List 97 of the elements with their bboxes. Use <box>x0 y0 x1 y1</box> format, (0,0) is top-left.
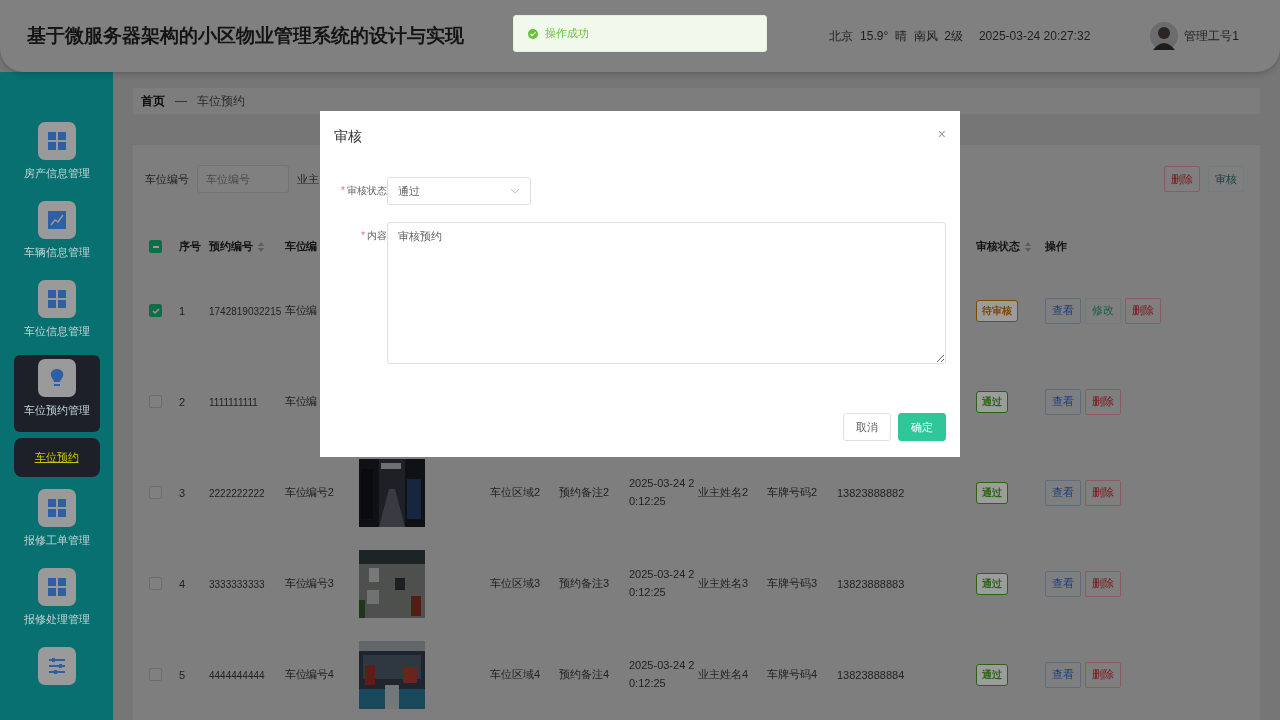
close-button[interactable]: × <box>937 127 946 141</box>
column-header: 审核状态 <box>976 239 1020 254</box>
status-tag: 通过 <box>976 663 1008 686</box>
column-header: 序号 <box>179 239 201 254</box>
datetime-text: 2025-03-24 20:27:32 <box>978 29 1091 43</box>
plate-number: 车牌号码2 <box>767 486 818 498</box>
sidebar-item[interactable]: 车辆信息管理 <box>13 197 100 275</box>
space-area: 车位区域3 <box>490 577 541 589</box>
space-number: 车位编 <box>285 304 318 316</box>
phone-number: 13823888882 <box>837 486 905 499</box>
row-number: 4 <box>179 577 186 590</box>
field-label: 内容 <box>366 229 387 243</box>
delete-button[interactable]: 删除 <box>1085 388 1121 415</box>
filter-label: 车位编号 <box>145 171 189 187</box>
booking-remark: 预约备注4 <box>559 668 610 680</box>
confirm-button[interactable]: 确定 <box>898 413 946 441</box>
space-number: 车位编号4 <box>285 668 334 680</box>
plate-number: 车牌号码3 <box>767 577 818 589</box>
row-number: 1 <box>179 304 186 317</box>
plate-number: 车牌号码4 <box>767 668 818 680</box>
status-tag: 通过 <box>976 572 1008 595</box>
column-header: 预约编号 <box>209 239 253 254</box>
cancel-button[interactable]: 取消 <box>843 413 891 441</box>
status-select[interactable]: 通过 <box>387 177 531 205</box>
row-checkbox[interactable] <box>149 304 162 318</box>
booking-number: 4444444444 <box>209 669 265 681</box>
status-tag: 通过 <box>976 390 1008 413</box>
delete-button[interactable]: 删除 <box>1085 661 1121 688</box>
owner-name: 业主姓名3 <box>698 577 749 589</box>
sidebar-item[interactable]: 车位预约管理 <box>13 355 100 433</box>
view-button[interactable]: 查看 <box>1045 570 1081 597</box>
sliders-icon <box>46 655 67 676</box>
booking-number: 1111111111 <box>209 396 258 408</box>
sidebar-item[interactable]: 房产信息管理 <box>13 118 100 196</box>
grid-icon <box>46 497 67 518</box>
toast-message: 操作成功 <box>545 26 589 41</box>
column-header: 车位编 <box>285 239 318 254</box>
breadcrumb-separator: — <box>175 94 187 108</box>
space-area: 车位区域2 <box>490 486 541 498</box>
avatar-icon[interactable] <box>1150 22 1179 50</box>
status-tag: 通过 <box>976 481 1008 504</box>
grid-icon <box>46 289 67 310</box>
sort-icon[interactable] <box>1025 241 1031 252</box>
booking-time: 2025-03-24 20:12:25 <box>629 566 695 600</box>
sidebar-item[interactable]: 报修工单管理 <box>13 484 100 562</box>
space-area: 车位区域4 <box>490 668 541 680</box>
booking-remark: 预约备注3 <box>559 577 610 589</box>
row-number: 3 <box>179 486 186 499</box>
required-mark: * <box>341 184 345 198</box>
filter-label: 业主 <box>297 171 319 187</box>
breadcrumb-home[interactable]: 首页 <box>141 92 165 110</box>
grid-icon <box>46 131 67 151</box>
owner-name: 业主姓名4 <box>698 668 749 680</box>
select-all-checkbox[interactable] <box>149 240 162 254</box>
sidebar-item[interactable]: 车位信息管理 <box>13 276 100 354</box>
view-button[interactable]: 查看 <box>1045 479 1081 506</box>
app-title: 基于微服务器架构的小区物业管理系统的设计与实现 <box>27 24 464 48</box>
view-button[interactable]: 查看 <box>1045 388 1081 415</box>
owner-name: 业主姓名2 <box>698 486 749 498</box>
delete-button[interactable]: 删除 <box>1125 297 1161 324</box>
grid-icon <box>46 576 67 597</box>
view-button[interactable]: 查看 <box>1045 661 1081 688</box>
user-name[interactable]: 管理工号1 <box>1184 27 1239 45</box>
row-number: 2 <box>179 395 186 408</box>
phone-number: 13823888883 <box>837 577 905 590</box>
booking-number: 2222222222 <box>209 487 265 499</box>
required-mark: * <box>361 229 365 243</box>
delete-button[interactable]: 删除 <box>1085 479 1121 506</box>
delete-button[interactable]: 删除 <box>1085 570 1121 597</box>
space-number: 车位编号3 <box>285 577 334 589</box>
edit-button[interactable]: 修改 <box>1085 297 1121 324</box>
column-header: 操作 <box>1045 239 1067 254</box>
row-number: 5 <box>179 668 186 681</box>
check-circle-icon <box>528 28 538 39</box>
submenu-item[interactable]: 车位预约 <box>13 438 100 477</box>
booking-time: 2025-03-24 20:12:25 <box>629 657 695 691</box>
view-button[interactable]: 查看 <box>1045 297 1081 324</box>
checkmark-icon <box>150 305 161 316</box>
chevron-down-icon <box>510 188 520 194</box>
chart-icon <box>46 210 67 231</box>
weather-text: 北京 15.9° 晴 南风 2级 <box>829 27 963 45</box>
booking-time: 2025-03-24 20:12:25 <box>629 475 695 509</box>
content-textarea[interactable]: 审核预约 <box>386 222 946 364</box>
booking-number: 1742819032215 <box>209 305 282 317</box>
space-number: 车位编 <box>285 395 318 407</box>
audit-button[interactable]: 审核 <box>1208 166 1244 192</box>
dialog-title: 审核 <box>334 128 362 146</box>
sidebar-item[interactable]: 报修处理管理 <box>13 563 100 641</box>
booking-number: 3333333333 <box>209 578 265 590</box>
breadcrumb-current: 车位预约 <box>197 92 245 110</box>
status-tag: 待审核 <box>976 299 1018 322</box>
booking-remark: 预约备注2 <box>559 486 610 498</box>
field-label: 审核状态 <box>347 184 387 198</box>
sort-icon[interactable] <box>258 241 264 252</box>
delete-button[interactable]: 删除 <box>1164 166 1200 192</box>
phone-number: 13823888884 <box>837 668 905 681</box>
space-number: 车位编号2 <box>285 486 334 498</box>
